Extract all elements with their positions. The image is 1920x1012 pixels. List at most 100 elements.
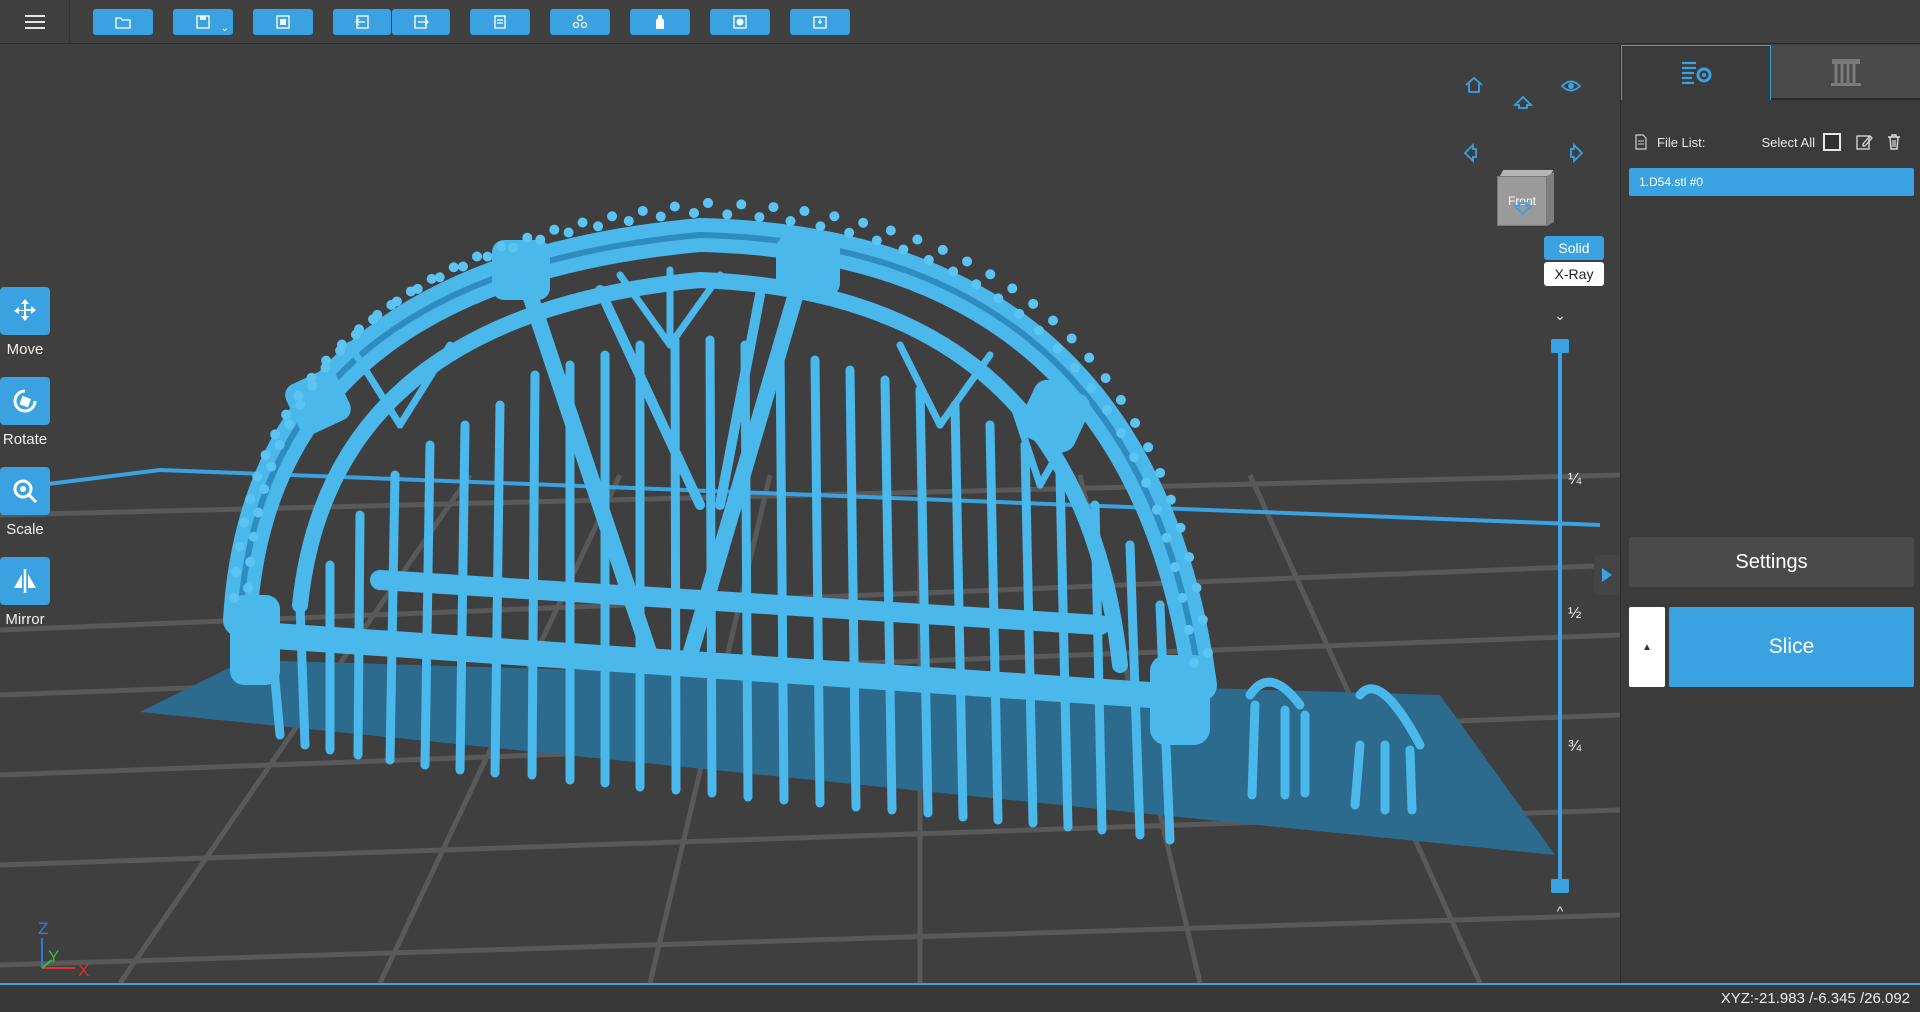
support-bead (259, 484, 270, 495)
slider-collapse-icon[interactable]: ⌄ (1550, 307, 1570, 324)
view-top-button[interactable] (1510, 90, 1536, 116)
support-bead (703, 198, 713, 208)
support-bead (434, 272, 445, 283)
scale-tool[interactable]: Scale (0, 467, 50, 538)
support-bead (496, 241, 507, 252)
support-bead (1130, 417, 1141, 428)
drill-button[interactable] (710, 9, 770, 35)
support-bead (239, 517, 250, 528)
triangle-up-icon: ▲ (1642, 641, 1652, 653)
trash-icon (1888, 134, 1900, 150)
axis-z-label: Z (38, 920, 48, 938)
support-bead (754, 212, 765, 223)
slice-options-button[interactable]: ▲ (1629, 607, 1665, 687)
save-button[interactable]: ⌄ (173, 9, 233, 35)
import-button[interactable] (333, 9, 391, 35)
support-bead (858, 217, 869, 228)
support-bead (252, 471, 263, 482)
select-all-checkbox[interactable] (1823, 133, 1841, 151)
view-right-button[interactable] (1563, 140, 1589, 166)
frame-icon (276, 15, 290, 29)
support-bead (962, 256, 973, 267)
plate-icon (813, 16, 827, 29)
export-button[interactable] (392, 9, 450, 35)
mirror-icon (0, 557, 50, 605)
edit-icon (1856, 135, 1873, 150)
support-bead (457, 261, 468, 272)
support-bead (1183, 624, 1194, 635)
support-bead (1014, 308, 1025, 319)
rename-button[interactable] (1853, 131, 1875, 153)
slider-expand-icon[interactable]: ^ (1550, 903, 1570, 919)
support-bead (785, 216, 796, 227)
move-icon (0, 287, 50, 335)
hamburger-menu-button[interactable] (0, 0, 70, 44)
layer-slider-track[interactable] (1558, 344, 1562, 886)
rotate-tool[interactable]: Rotate (0, 377, 50, 448)
app-window: ⌄ Move Rotate Scale Mirror Front Solid X… (0, 0, 1920, 1012)
support-bead (1100, 373, 1111, 384)
support-bead (1197, 614, 1208, 625)
layer-slider-top-handle[interactable] (1551, 339, 1569, 353)
select-all-label: Select All (1761, 134, 1815, 150)
home-view-button[interactable] (1461, 72, 1487, 98)
support-bead (448, 262, 459, 273)
support-bead (295, 399, 306, 410)
move-tool[interactable]: Move (0, 287, 50, 358)
home-icon (1465, 76, 1483, 93)
tab-supports[interactable] (1771, 45, 1920, 100)
base-button[interactable] (790, 9, 850, 35)
layer-slider-bottom-handle[interactable] (1551, 879, 1569, 893)
bottle-icon (656, 15, 664, 29)
slider-mark-half: ½ (1568, 605, 1582, 622)
support-bead (336, 339, 347, 350)
support-bead (829, 211, 840, 222)
support-bead (284, 419, 295, 430)
supports-button[interactable] (550, 9, 610, 35)
view-bottom-button[interactable] (1510, 195, 1536, 221)
eye-icon (1560, 80, 1582, 92)
pillars-icon (1831, 58, 1861, 86)
tab-file-settings[interactable] (1621, 45, 1771, 100)
support-bead (985, 269, 996, 280)
support-bead (993, 293, 1004, 304)
3d-viewport[interactable]: Move Rotate Scale Mirror Front Solid X-R… (0, 45, 1620, 983)
support-bead (885, 225, 896, 236)
export-icon (414, 15, 429, 29)
slice-controls: ▲ Slice (1629, 607, 1914, 687)
scale-icon (0, 467, 50, 515)
mirror-tool[interactable]: Mirror (0, 557, 50, 628)
panel-toggle-button[interactable] (1594, 555, 1620, 595)
layout-button[interactable] (470, 9, 530, 35)
support-bead (471, 251, 482, 262)
view-left-button[interactable] (1458, 140, 1484, 166)
hamburger-icon (24, 14, 45, 30)
open-file-button[interactable] (93, 9, 153, 35)
build-plate (140, 660, 1555, 855)
visibility-button[interactable] (1558, 73, 1584, 99)
file-icon (1635, 134, 1647, 150)
delete-button[interactable] (1883, 131, 1905, 153)
xray-mode-button[interactable]: X-Ray (1544, 262, 1604, 286)
list-gear-icon (1682, 61, 1712, 85)
support-bead (412, 283, 423, 294)
file-list-item[interactable]: 1.D54.stl #0 (1629, 168, 1914, 196)
support-bead (912, 234, 923, 245)
support-bead (607, 211, 618, 222)
print-area-button[interactable] (253, 9, 313, 35)
support-bead (1084, 352, 1095, 363)
support-bead (1007, 283, 1018, 294)
settings-button[interactable]: Settings (1629, 537, 1914, 587)
support-bead (923, 254, 934, 265)
support-bead (1203, 648, 1213, 658)
support-bead (1101, 404, 1112, 415)
cursor-coordinates: XYZ:-21.983 /-6.345 /26.092 (1720, 990, 1910, 1007)
support-bead (563, 227, 574, 238)
slice-button[interactable]: Slice (1669, 607, 1914, 687)
support-bead (229, 593, 239, 603)
file-list-header: File List: Select All (1633, 131, 1913, 153)
hollow-button[interactable] (630, 9, 690, 35)
support-bead (1177, 592, 1188, 603)
support-bead (253, 507, 264, 518)
solid-mode-button[interactable]: Solid (1544, 236, 1604, 260)
